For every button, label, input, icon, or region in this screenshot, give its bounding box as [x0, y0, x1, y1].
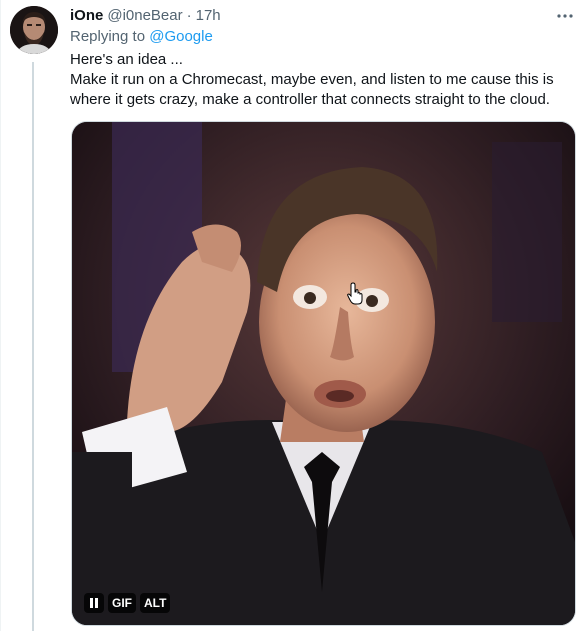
tweet-text-line-2: Make it run on a Chromecast, maybe even,…: [70, 71, 554, 108]
thread-connector-line: [32, 62, 34, 631]
separator-dot: ·: [186, 7, 192, 24]
gif-frame: [72, 122, 575, 625]
column-border: [0, 0, 1, 631]
tweet-text-line-1: Here's an idea ...: [70, 51, 183, 68]
replying-to: Replying to @Google: [70, 27, 213, 47]
tweet[interactable]: iOne @i0neBear · 17h Replying to @Google…: [0, 0, 587, 631]
tweet-text: Here's an idea ... Make it run on a Chro…: [70, 50, 575, 110]
pause-button[interactable]: [84, 593, 104, 613]
mention-link[interactable]: @Google: [149, 28, 213, 45]
replying-to-label: Replying to: [70, 28, 146, 45]
more-options-button[interactable]: [555, 6, 575, 26]
display-name[interactable]: iOne: [70, 6, 103, 26]
hand-pointer-icon: [347, 282, 363, 305]
pause-icon: [90, 598, 98, 608]
more-horizontal-icon: [557, 14, 573, 18]
alt-text-button[interactable]: ALT: [140, 593, 171, 613]
avatar[interactable]: [10, 6, 58, 54]
gif-badge: GIF: [108, 593, 136, 613]
gif-media[interactable]: GIF ALT: [71, 121, 576, 626]
media-controls: GIF ALT: [84, 593, 171, 613]
avatar-image: [10, 6, 58, 54]
user-handle[interactable]: @i0neBear: [107, 6, 182, 26]
tweet-header: iOne @i0neBear · 17h: [70, 6, 575, 26]
timestamp[interactable]: 17h: [196, 6, 221, 26]
